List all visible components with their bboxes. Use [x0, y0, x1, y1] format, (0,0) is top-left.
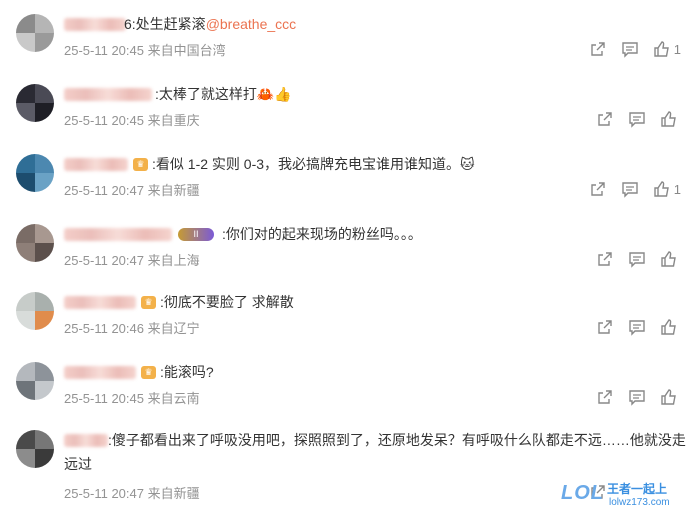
thumb-up-icon	[654, 41, 669, 57]
comment-item: 6:处生赶紧滚@breathe_ccc 25-5-11 20:45 来自中国台湾…	[0, 0, 697, 70]
share-button[interactable]	[596, 388, 614, 406]
share-icon	[591, 42, 605, 56]
share-button[interactable]	[596, 110, 614, 128]
thumb-up-icon	[654, 181, 669, 197]
share-icon	[598, 112, 612, 126]
comment-icon	[629, 252, 645, 268]
share-icon	[591, 182, 605, 196]
comment-item: ♛ :能滚吗? 25-5-11 20:45 来自云南	[0, 350, 697, 420]
comment-text: :太棒了就这样打🦀👍	[155, 86, 292, 102]
comment-icon	[629, 390, 645, 406]
comment-text: 6:处生赶紧滚@breathe_ccc	[124, 16, 297, 32]
comment-meta: 25-5-11 20:47 来自上海	[64, 253, 200, 268]
share-icon	[598, 320, 612, 334]
avatar[interactable]	[16, 362, 54, 400]
watermark-url: lolwz173.com	[609, 497, 670, 508]
like-button[interactable]	[660, 250, 681, 268]
share-icon	[598, 390, 612, 404]
thumb-up-icon	[661, 389, 676, 405]
comment-item: II :你们对的起来现场的粉丝吗。。。 25-5-11 20:47 来自上海	[0, 210, 697, 280]
comment-meta: 25-5-11 20:47 来自新疆	[64, 183, 200, 198]
mention-link[interactable]: @breathe_ccc	[206, 16, 296, 32]
username-blurred[interactable]	[64, 88, 152, 101]
crown-badge: ♛	[141, 296, 156, 309]
crown-badge: ♛	[133, 158, 148, 171]
comment-meta: 25-5-11 20:47 来自新疆	[64, 486, 200, 501]
like-count: 1	[673, 41, 681, 57]
avatar[interactable]	[16, 224, 54, 262]
comment-meta: 25-5-11 20:45 来自云南	[64, 391, 200, 406]
comment-item: ♛ :看似 1-2 实则 0-3，我必搞牌充电宝谁用谁知道。🐱 25-5-11 …	[0, 140, 697, 210]
comment-text: :能滚吗?	[160, 364, 214, 380]
username-blurred[interactable]	[64, 158, 128, 171]
comment-text: :彻底不要脸了 求解散	[160, 294, 294, 310]
comment-item: :太棒了就这样打🦀👍 25-5-11 20:45 来自重庆	[0, 70, 697, 140]
comment-button[interactable]	[628, 318, 646, 336]
like-button[interactable]	[660, 388, 681, 406]
share-button[interactable]	[596, 250, 614, 268]
avatar[interactable]	[16, 430, 54, 468]
watermark-logo-text: LOL	[561, 482, 604, 504]
avatar[interactable]	[16, 84, 54, 122]
share-button[interactable]	[589, 180, 607, 198]
comment-meta: 25-5-11 20:45 来自中国台湾	[64, 43, 226, 58]
comment-button[interactable]	[628, 388, 646, 406]
comment-meta: 25-5-11 20:45 来自重庆	[64, 113, 200, 128]
like-button[interactable]	[660, 110, 681, 128]
username-blurred[interactable]	[64, 296, 136, 309]
like-button[interactable]	[660, 318, 681, 336]
username-blurred[interactable]	[64, 18, 126, 31]
avatar[interactable]	[16, 14, 54, 52]
comment-text: :看似 1-2 实则 0-3，我必搞牌充电宝谁用谁知道。🐱	[152, 156, 475, 172]
crown-badge: ♛	[141, 366, 156, 379]
avatar[interactable]	[16, 292, 54, 330]
comment-item: ♛ :彻底不要脸了 求解散 25-5-11 20:46 来自辽宁	[0, 280, 697, 350]
thumb-up-icon	[661, 251, 676, 267]
comment-button[interactable]	[621, 40, 639, 58]
watermark-logo: LOL 王者一起上 lolwz173.com	[561, 480, 689, 514]
comment-icon	[629, 320, 645, 336]
comment-button[interactable]	[621, 180, 639, 198]
comment-icon	[629, 112, 645, 128]
comment-meta: 25-5-11 20:46 来自辽宁	[64, 321, 200, 336]
level-badge: II	[178, 228, 214, 241]
comment-icon	[622, 182, 638, 198]
thumb-up-icon	[661, 111, 676, 127]
share-icon	[598, 252, 612, 266]
like-button[interactable]: 1	[653, 180, 681, 198]
like-button[interactable]: 1	[653, 40, 681, 58]
thumb-up-icon	[661, 319, 676, 335]
comment-text: :你们对的起来现场的粉丝吗。。。	[222, 226, 422, 242]
like-count: 1	[673, 181, 681, 197]
share-button[interactable]	[589, 40, 607, 58]
comment-button[interactable]	[628, 250, 646, 268]
avatar[interactable]	[16, 154, 54, 192]
share-button[interactable]	[596, 318, 614, 336]
comment-text: :傻子都看出来了呼吸没用吧，探照照到了，还原地发呆？有呼吸什么队都走不远……他就…	[64, 432, 686, 472]
username-blurred[interactable]	[64, 366, 136, 379]
watermark-title: 王者一起上	[607, 482, 668, 496]
comment-button[interactable]	[628, 110, 646, 128]
comment-icon	[622, 42, 638, 58]
username-blurred[interactable]	[64, 228, 172, 241]
